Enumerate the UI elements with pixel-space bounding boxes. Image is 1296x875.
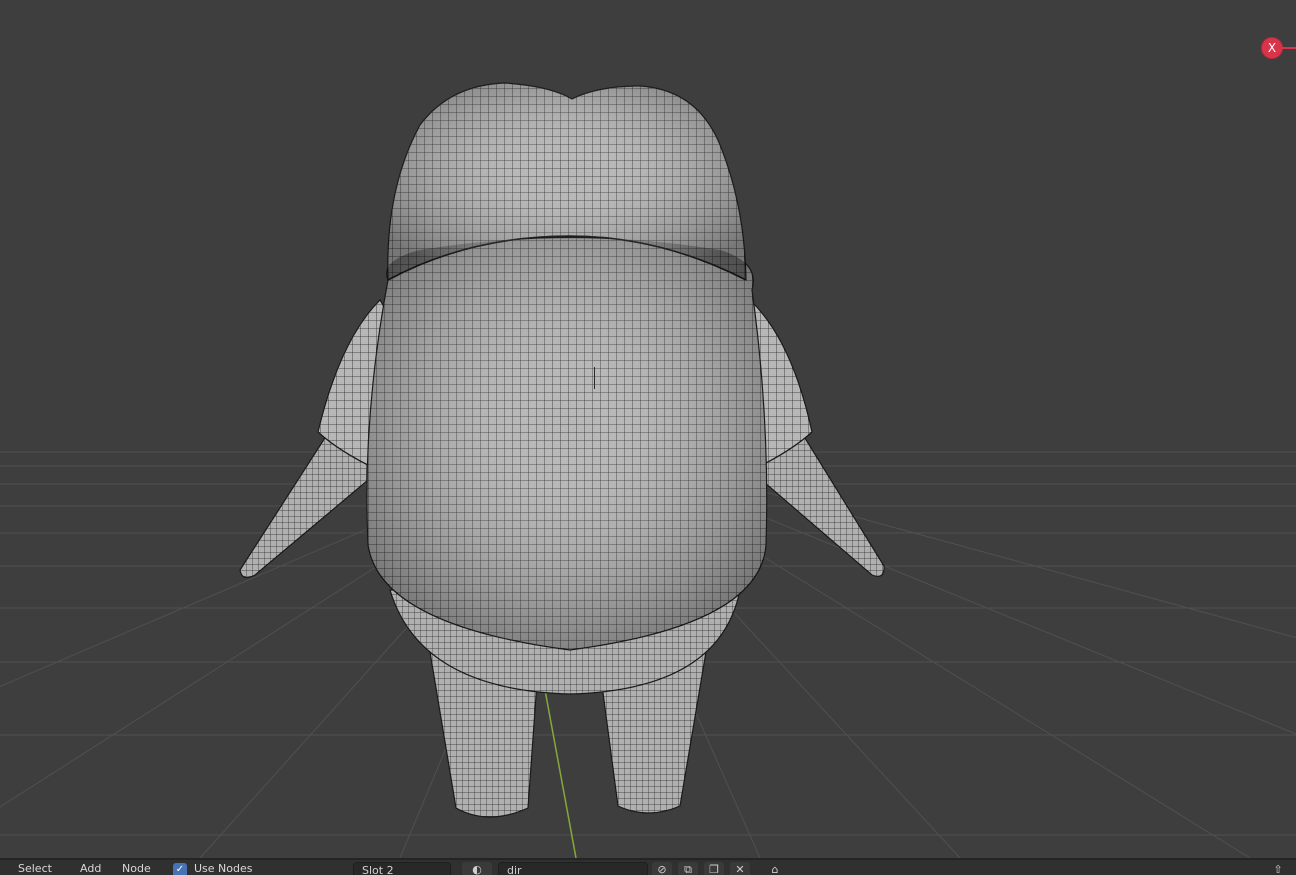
delete-material-icon[interactable]: ✕ — [730, 862, 750, 875]
duplicate-material-icon[interactable]: ❐ — [704, 862, 724, 875]
pin-icon[interactable]: ⌂ — [765, 862, 785, 875]
y-axis-line — [544, 689, 577, 858]
fake-user-icon[interactable]: ⊘ — [652, 862, 672, 875]
material-name-value: dir — [507, 864, 522, 875]
menu-select[interactable]: Select — [18, 862, 52, 875]
use-nodes-label: Use Nodes — [194, 862, 253, 875]
3d-viewport[interactable]: X — [0, 0, 1296, 858]
material-sphere-icon[interactable]: ◐ — [462, 862, 492, 875]
scene-canvas[interactable] — [0, 0, 1296, 858]
3d-cursor-icon — [594, 367, 595, 389]
new-material-icon[interactable]: ⧉ — [678, 862, 698, 875]
expand-icon[interactable]: ⇧ — [1268, 862, 1288, 875]
gizmo-x-axis-line — [1282, 47, 1296, 49]
slot-dropdown[interactable]: Slot 2 — [353, 862, 451, 875]
material-name-field[interactable]: dir — [498, 862, 648, 875]
node-editor-header: Select Add Node ✓ Use Nodes Slot 2 ◐ dir… — [0, 858, 1296, 875]
menu-add[interactable]: Add — [80, 862, 101, 875]
character-mesh — [239, 82, 885, 818]
slot-value: Slot 2 — [362, 864, 394, 875]
gizmo-x-axis-icon[interactable]: X — [1262, 38, 1282, 58]
menu-node[interactable]: Node — [122, 862, 151, 875]
use-nodes-checkbox[interactable]: ✓ — [173, 863, 187, 875]
